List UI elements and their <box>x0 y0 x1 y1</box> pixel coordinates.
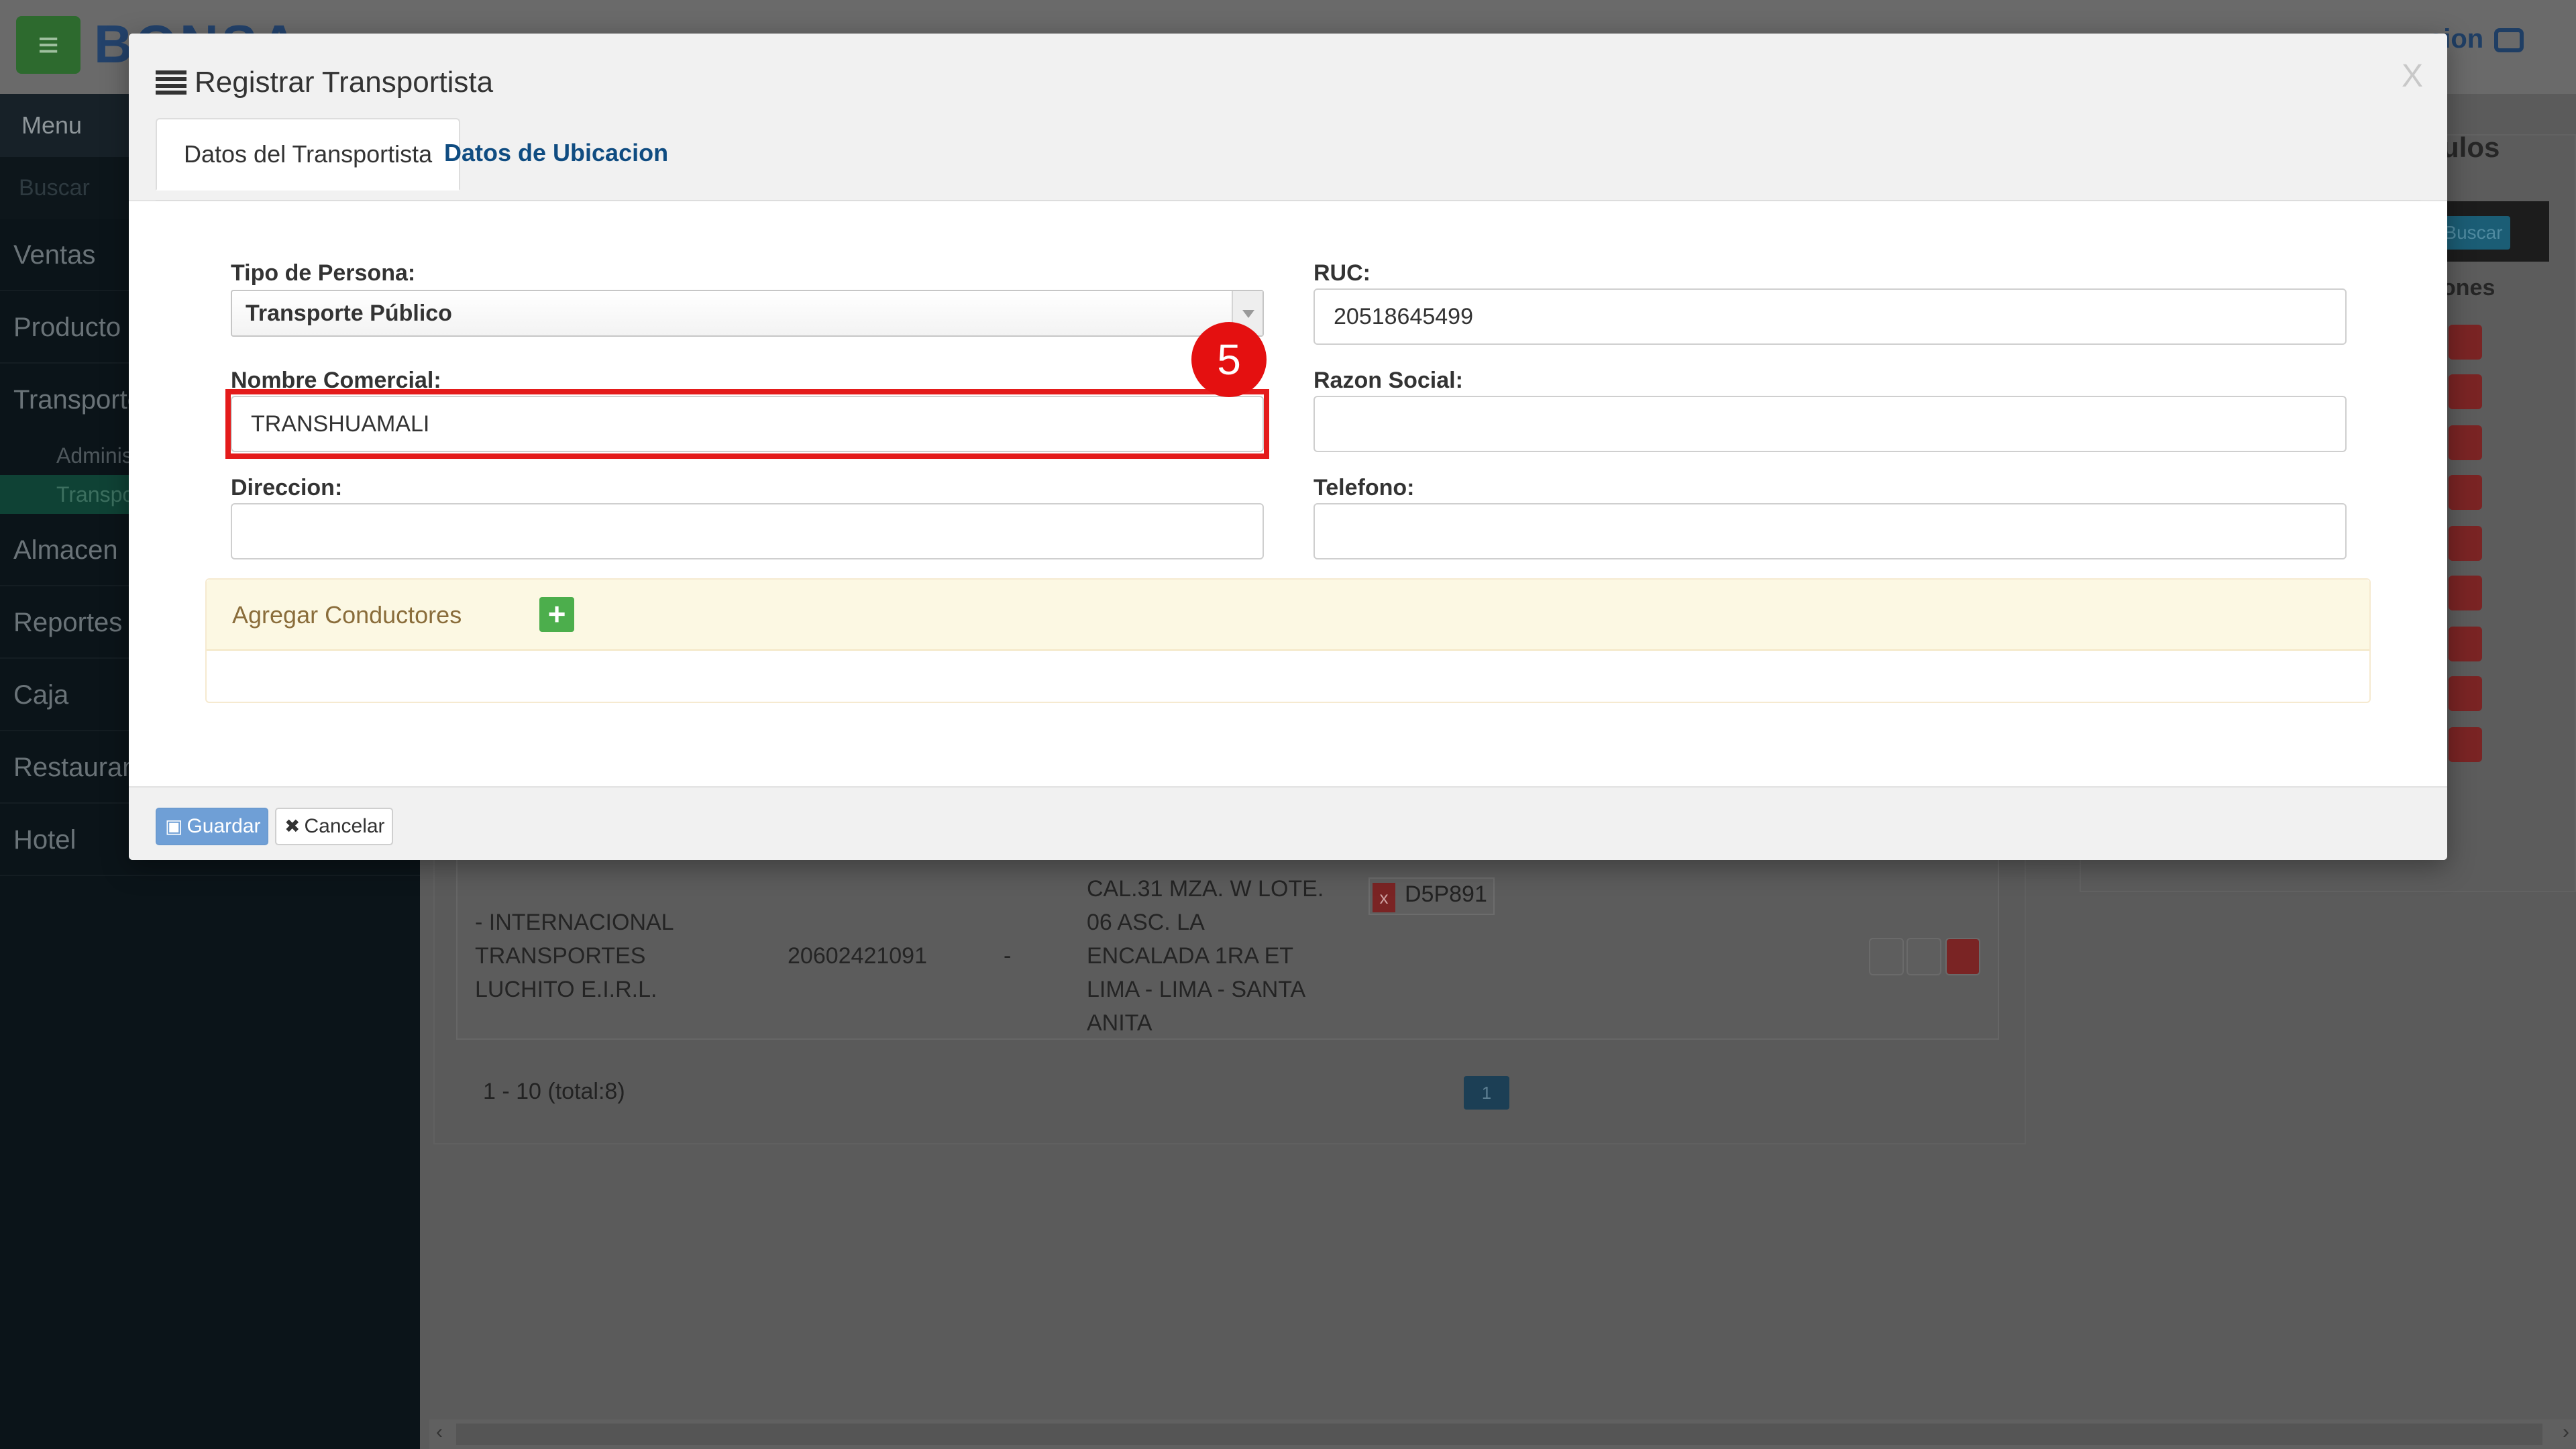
conductores-panel: Agregar Conductores + <box>205 578 2371 703</box>
tab-bar: Datos del Transportista Datos de Ubicaci… <box>156 118 2420 201</box>
modal-header: Registrar Transportista X Datos del Tran… <box>129 34 2447 201</box>
conductores-label: Agregar Conductores <box>232 601 462 629</box>
razon-social-label: Razon Social: <box>1313 368 1463 393</box>
cancel-button-label: Cancelar <box>304 815 385 837</box>
step-badge: 5 <box>1191 322 1267 397</box>
tipo-persona-value: Transporte Público <box>246 301 452 326</box>
ruc-label: RUC: <box>1313 260 1371 286</box>
modal-title: Registrar Transportista <box>156 66 493 99</box>
tab-datos-ubicacion[interactable]: Datos de Ubicacion <box>417 118 695 189</box>
modal-title-text: Registrar Transportista <box>195 66 494 99</box>
save-button[interactable]: ▣ Guardar <box>156 808 268 845</box>
add-conductor-button[interactable]: + <box>539 597 574 632</box>
telefono-label: Telefono: <box>1313 475 1415 500</box>
floppy-disk-icon: ▣ <box>165 816 183 837</box>
ruc-input[interactable]: 20518645499 <box>1313 288 2347 345</box>
telefono-input[interactable] <box>1313 503 2347 559</box>
cancel-button[interactable]: ✖ Cancelar <box>275 808 393 845</box>
tipo-persona-select[interactable]: Transporte Público <box>231 290 1264 337</box>
close-icon: ✖ <box>284 816 301 837</box>
razon-social-input[interactable] <box>1313 396 2347 452</box>
modal-footer: ▣ Guardar ✖ Cancelar <box>129 786 2447 860</box>
step-highlight-box <box>225 389 1269 459</box>
conductores-panel-header: Agregar Conductores + <box>207 580 2369 651</box>
registrar-transportista-modal: Registrar Transportista X Datos del Tran… <box>129 34 2447 860</box>
direccion-label: Direccion: <box>231 475 343 500</box>
close-button[interactable]: X <box>2402 58 2423 95</box>
tipo-persona-label: Tipo de Persona: <box>231 260 416 286</box>
save-button-label: Guardar <box>186 815 261 837</box>
direccion-input[interactable] <box>231 503 1264 559</box>
tab-datos-transportista[interactable]: Datos del Transportista <box>156 118 461 191</box>
list-icon <box>156 70 186 95</box>
